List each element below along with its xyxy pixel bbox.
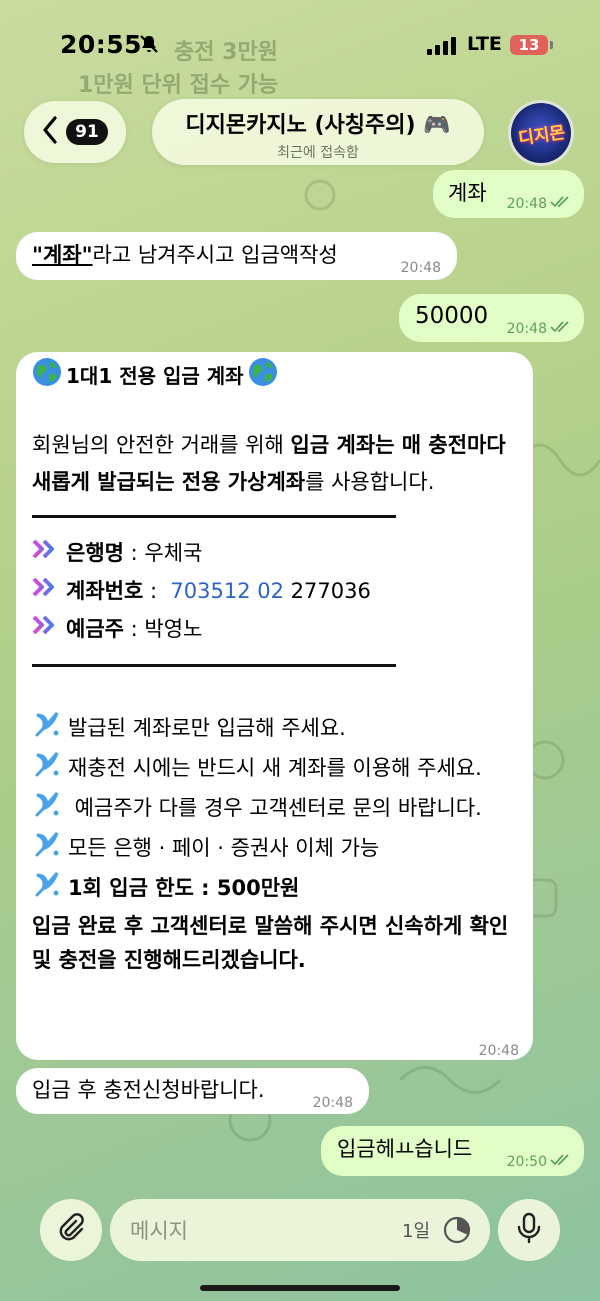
account-label: 계좌번호 — [66, 578, 144, 603]
message-text: 입금헤ㅛ습니드 — [337, 1137, 473, 1161]
account-separator: : — [143, 578, 164, 603]
message-time: 20:48 — [506, 321, 547, 337]
divider-line — [32, 515, 396, 518]
message-text: "계좌"라고 남겨주시고 입금액작성 — [32, 240, 338, 271]
message-meta: 20:48 — [401, 253, 441, 284]
status-bar: 충전 3만원 1만원 단위 접수 가능 20:55 LTE 13 — [0, 0, 600, 98]
note-text: 재충전 시에는 반드시 새 계좌를 이용해 주세요. — [68, 756, 482, 780]
double-check-icon — [550, 314, 570, 345]
holder-label: 예금주 — [66, 616, 124, 641]
message-meta: 20:48 — [313, 1088, 353, 1119]
sparkle-icon — [32, 749, 62, 789]
note-item: 1회 입금 한도 : 500만원 — [32, 869, 522, 909]
message-text-rest: 라고 남겨주시고 입금액작성 — [92, 243, 338, 267]
note-item: 재충전 시에는 반드시 새 계좌를 이용해 주세요. — [32, 749, 522, 789]
quoted-keyword: "계좌" — [32, 243, 93, 267]
back-button[interactable]: 91 — [24, 101, 126, 163]
paperclip-icon — [56, 1213, 86, 1247]
sparkle-icon — [32, 829, 62, 869]
message-incoming-account-info[interactable]: 1대1 전용 입금 계좌 회원님의 안전한 거래를 위해 입금 계좌는 매 충전… — [16, 352, 533, 1060]
message-meta: 20:50 — [507, 1147, 570, 1178]
note-text: 모든 은행 · 페이 · 증권사 이체 가능 — [68, 836, 380, 860]
note-item: 예금주가 다를 경우 고객센터로 문의 바랍니다. — [32, 789, 522, 829]
closing-text: 입금 완료 후 고객센터로 말씀해 주시면 신속하게 확인 및 충전을 진행해드… — [32, 914, 509, 972]
globe-icon — [32, 357, 62, 396]
para-text-end: 를 사용합니다. — [305, 470, 435, 494]
double-check-icon — [550, 189, 570, 220]
message-outgoing[interactable]: 50000 20:48 — [399, 294, 584, 342]
note-text: 예금주가 다를 경우 고객센터로 문의 바랍니다. — [68, 796, 482, 820]
message-outgoing[interactable]: 계좌 20:48 — [433, 170, 584, 218]
attach-button[interactable] — [40, 1199, 102, 1261]
message-time: 20:50 — [506, 1154, 547, 1170]
notes-list: 발급된 계좌로만 입금해 주세요. 재충전 시에는 반드시 새 계좌를 이용해 … — [32, 709, 522, 977]
cellular-signal-icon — [427, 37, 459, 59]
chat-title-button[interactable]: 디지몬카지노 (사칭주의) 🎮 최근에 접속함 — [152, 99, 484, 165]
heading-text: 1대1 전용 입금 계좌 — [66, 364, 244, 388]
note-text-bold: 1회 입금 한도 : 500만원 — [68, 876, 300, 900]
message-time: 20:48 — [478, 1043, 519, 1059]
bank-value: : 우체국 — [123, 540, 203, 565]
message-outgoing[interactable]: 입금헤ㅛ습니드 20:50 — [321, 1126, 584, 1176]
sparkle-icon — [32, 709, 62, 749]
message-heading: 1대1 전용 입금 계좌 — [32, 357, 522, 396]
chat-title: 디지몬카지노 (사칭주의) 🎮 — [185, 113, 451, 138]
bank-name-row: 은행명 : 우체국 — [32, 534, 522, 572]
divider-line — [32, 664, 396, 667]
message-meta: 20:48 — [479, 1036, 519, 1067]
message-time: 20:48 — [506, 196, 547, 212]
double-chevron-icon — [32, 614, 58, 645]
unread-count-badge: 91 — [66, 119, 108, 145]
chevron-left-icon — [42, 116, 58, 148]
auto-delete-timer-icon[interactable] — [442, 1215, 472, 1249]
message-text: 입금 후 충전신청바랍니다. — [32, 1078, 265, 1102]
chat-status-subtitle: 최근에 접속함 — [277, 145, 359, 161]
auto-delete-timer-label[interactable]: 1일 — [402, 1217, 430, 1243]
double-chevron-icon — [32, 538, 58, 569]
battery-icon: 13 — [510, 35, 548, 55]
message-text: 계좌 — [448, 181, 487, 205]
note-item: 모든 은행 · 페이 · 증권사 이체 가능 — [32, 829, 522, 869]
sparkle-icon — [32, 869, 62, 909]
message-body: 1대1 전용 입금 계좌 회원님의 안전한 거래를 위해 입금 계좌는 매 충전… — [32, 357, 522, 977]
double-chevron-icon — [32, 576, 58, 607]
message-meta: 20:48 — [507, 189, 570, 220]
message-time: 20:48 — [312, 1095, 353, 1111]
holder-value: : 박영노 — [123, 616, 203, 641]
globe-icon — [248, 357, 278, 396]
bank-label: 은행명 — [66, 540, 124, 565]
note-item: 발급된 계좌로만 입금해 주세요. — [32, 709, 522, 749]
network-type: LTE — [467, 33, 502, 55]
home-indicator — [200, 1285, 400, 1291]
message-text: 50000 — [415, 303, 489, 329]
message-paragraph: 회원님의 안전한 거래를 위해 입금 계좌는 매 충전마다 새롭게 발급되는 전… — [32, 427, 522, 501]
ghost-line-2: 1만원 단위 접수 가능 — [78, 73, 279, 98]
account-number-row: 계좌번호 : 703512 02 277036 — [32, 572, 522, 610]
note-text: 발급된 계좌로만 입금해 주세요. — [68, 716, 346, 740]
sparkle-icon — [32, 789, 62, 829]
account-number-link[interactable]: 703512 02 — [170, 579, 284, 603]
mute-bell-icon — [139, 34, 159, 58]
status-time: 20:55 — [60, 30, 143, 59]
microphone-icon — [516, 1212, 542, 1248]
avatar[interactable]: 디지몬 — [508, 100, 574, 166]
account-holder-row: 예금주 : 박영노 — [32, 610, 522, 648]
message-incoming[interactable]: 입금 후 충전신청바랍니다. 20:48 — [16, 1068, 369, 1114]
voice-record-button[interactable] — [498, 1199, 560, 1261]
para-text: 회원님의 안전한 거래를 위해 — [32, 433, 291, 457]
message-incoming[interactable]: "계좌"라고 남겨주시고 입금액작성 20:48 — [16, 232, 457, 280]
message-input-placeholder: 메시지 — [130, 1219, 188, 1243]
battery-tip — [550, 41, 553, 49]
message-time: 20:48 — [400, 260, 441, 276]
double-check-icon — [550, 1147, 570, 1178]
avatar-logo-text: 디지몬 — [516, 122, 566, 149]
account-number-rest: 277036 — [283, 578, 371, 603]
message-meta: 20:48 — [507, 314, 570, 345]
message-input[interactable]: 메시지 1일 — [110, 1199, 490, 1261]
